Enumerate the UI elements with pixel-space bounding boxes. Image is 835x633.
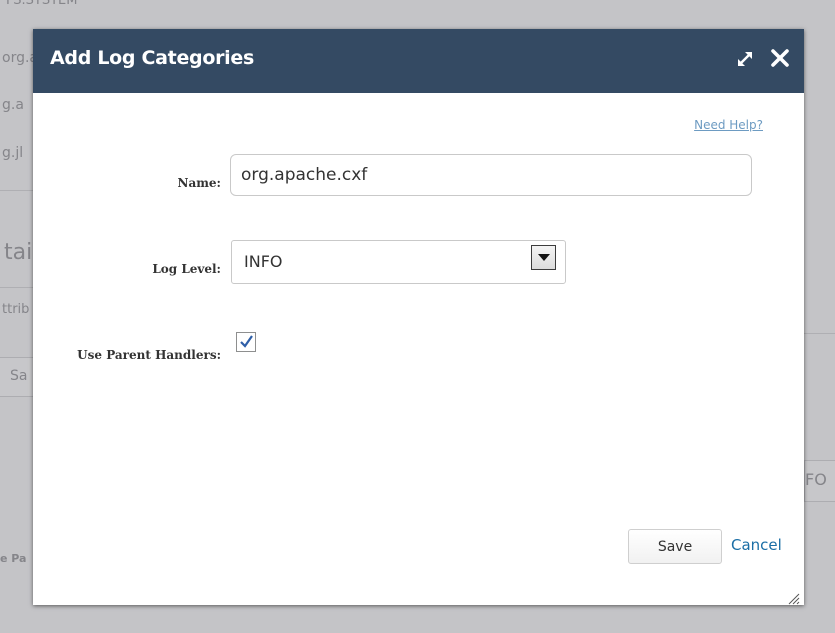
bg-divider <box>0 287 33 288</box>
maximize-icon[interactable] <box>735 49 755 73</box>
bg-attrib-text: ttrib <box>2 302 30 317</box>
use-parent-handlers-checkbox[interactable] <box>236 332 256 352</box>
log-level-value: INFO <box>244 252 283 271</box>
bg-right-fragment: FO <box>805 470 827 489</box>
bg-section-heading: tai <box>4 240 33 265</box>
save-button[interactable]: Save <box>628 529 722 564</box>
bg-bottom-fragment: e Pa <box>0 552 27 565</box>
cancel-link[interactable]: Cancel <box>731 536 782 554</box>
name-input[interactable] <box>230 154 752 196</box>
bg-save-box: Sa <box>0 357 34 397</box>
close-icon[interactable] <box>769 47 791 73</box>
bg-save-fragment: Sa <box>10 368 28 384</box>
need-help-link[interactable]: Need Help? <box>694 118 763 132</box>
dropdown-button[interactable] <box>531 245 556 270</box>
bg-row-2: g.a <box>2 97 24 113</box>
log-level-label: Log Level: <box>152 262 221 276</box>
bg-right-box: FO <box>804 460 835 502</box>
dialog-header: Add Log Categories <box>33 29 804 93</box>
name-label: Name: <box>177 176 221 190</box>
log-level-select[interactable]: INFO <box>231 240 566 284</box>
bg-row-3: g.jl <box>2 145 24 161</box>
check-icon <box>240 335 253 348</box>
dialog-title: Add Log Categories <box>50 47 254 69</box>
use-parent-handlers-label: Use Parent Handlers: <box>77 348 221 362</box>
bg-divider <box>804 333 835 334</box>
add-log-categories-dialog: Add Log Categories Need Help? Name: Log … <box>33 29 804 605</box>
resize-grip-icon[interactable] <box>788 590 800 609</box>
bg-divider <box>0 190 33 191</box>
chevron-down-icon <box>538 254 550 261</box>
bg-top-text: FS.SYSTEM <box>6 0 78 8</box>
